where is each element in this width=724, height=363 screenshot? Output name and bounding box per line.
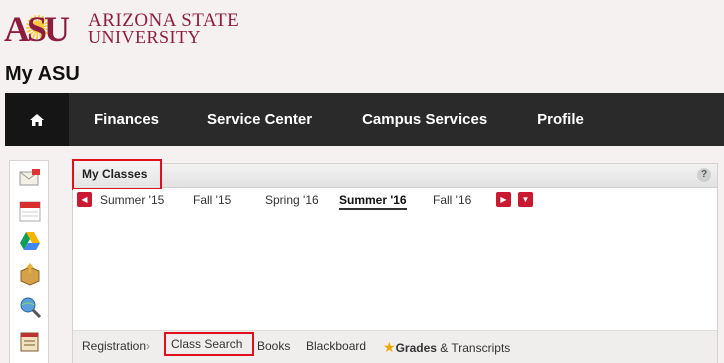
widget-header: My Classes ? <box>72 159 717 190</box>
google-drive-icon[interactable] <box>18 229 42 253</box>
widget-footer-links: Registration› Class Search Books Blackbo… <box>73 330 717 363</box>
nav-home-button[interactable] <box>5 93 69 146</box>
asu-logo-mark: ASU <box>4 9 82 49</box>
term-selector: ◀ Summer '15 Fall '15 Spring '16 Summer … <box>73 189 717 213</box>
class-list-area <box>73 214 677 328</box>
logo-line-2: University <box>88 27 201 47</box>
term-tab-spring-16[interactable]: Spring '16 <box>265 193 319 207</box>
logo-wordmark: Arizona State University <box>88 11 239 47</box>
widget-title[interactable]: My Classes <box>72 159 162 190</box>
grades-transcripts-link[interactable]: ★Grades & Transcripts <box>383 339 510 356</box>
nav-item-campus-services[interactable]: Campus Services <box>362 93 487 146</box>
class-search-link[interactable]: Class Search <box>164 332 254 356</box>
term-tab-summer-16[interactable]: Summer '16 <box>339 193 407 210</box>
main-nav: Finances Service Center Campus Services … <box>5 93 724 146</box>
previous-term-button[interactable]: ◀ <box>77 192 92 207</box>
nav-item-profile[interactable]: Profile <box>537 93 584 146</box>
term-tab-fall-16[interactable]: Fall '16 <box>433 193 471 207</box>
grades-label: Grades <box>395 341 437 355</box>
search-globe-icon[interactable] <box>18 295 42 319</box>
books-link[interactable]: Books <box>257 339 290 353</box>
course-catalog-icon[interactable] <box>18 329 42 353</box>
asu-logo[interactable]: ASU Arizona State University <box>4 9 239 49</box>
term-tab-fall-15[interactable]: Fall '15 <box>193 193 231 207</box>
star-icon: ★ <box>383 339 396 355</box>
logo-mark-text: ASU <box>4 9 70 49</box>
term-tab-summer-15[interactable]: Summer '15 <box>100 193 164 207</box>
page-title: My ASU <box>5 63 80 85</box>
my-classes-widget: My Classes ? ◀ Summer '15 Fall '15 Sprin… <box>72 159 718 363</box>
transcripts-label: & Transcripts <box>436 341 511 355</box>
app-icon-rail <box>9 160 49 363</box>
chevron-right-icon: › <box>146 339 151 353</box>
calendar-icon[interactable] <box>18 199 42 223</box>
home-icon <box>30 113 44 126</box>
nav-item-finances[interactable]: Finances <box>94 93 159 146</box>
package-icon[interactable] <box>18 262 42 286</box>
help-icon[interactable]: ? <box>697 168 711 182</box>
registration-label: Registration <box>82 339 147 353</box>
next-term-button[interactable]: ▶ <box>496 192 511 207</box>
blackboard-link[interactable]: Blackboard <box>306 339 366 353</box>
nav-item-service-center[interactable]: Service Center <box>207 93 312 146</box>
term-dropdown-button[interactable]: ▼ <box>518 192 533 207</box>
registration-link[interactable]: Registration› <box>82 339 150 353</box>
email-icon[interactable] <box>18 167 42 191</box>
